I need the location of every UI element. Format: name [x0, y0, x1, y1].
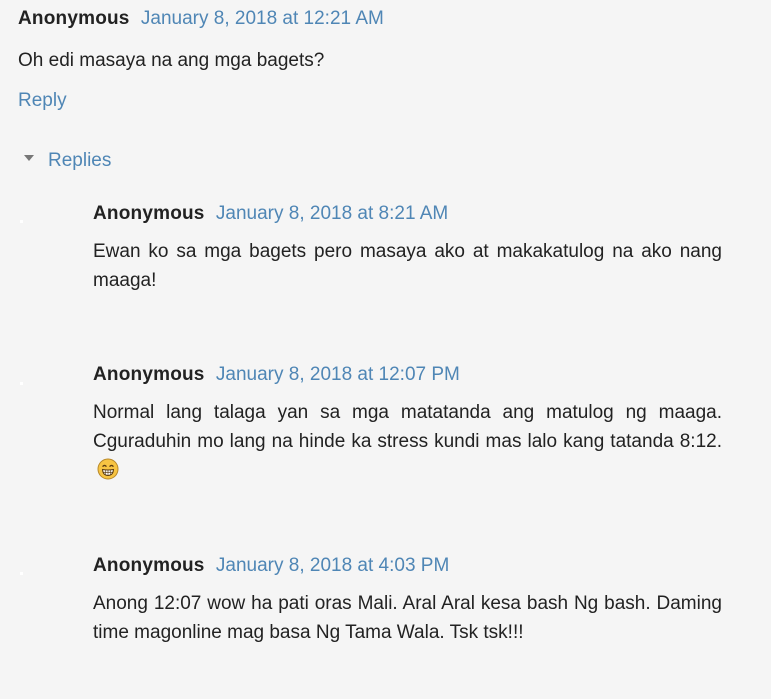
- reply-comment: Anonymous January 8, 2018 at 4:03 PM Ano…: [93, 553, 722, 647]
- reply-timestamp-link[interactable]: January 8, 2018 at 8:21 AM: [216, 203, 448, 224]
- reply-body: Anong 12:07 wow ha pati oras Mali. Aral …: [93, 593, 722, 643]
- replies-toggle-label: Replies: [48, 150, 112, 171]
- reply-comment: Anonymous January 8, 2018 at 12:07 PM No…: [93, 362, 722, 485]
- reply-body-text: Normal lang talaga yan sa mga matatanda …: [93, 402, 722, 452]
- comment: Anonymous January 8, 2018 at 12:21 AM Oh…: [18, 6, 741, 75]
- caret-down-icon: [24, 154, 34, 161]
- reply-body: Normal lang talaga yan sa mga matatanda …: [93, 398, 722, 485]
- reply-author: Anonymous: [93, 555, 205, 576]
- reply-button[interactable]: Reply: [18, 88, 67, 114]
- reply-timestamp-link[interactable]: January 8, 2018 at 12:07 PM: [216, 364, 460, 385]
- grinning-face-icon: [97, 458, 119, 480]
- reply-comment: Anonymous January 8, 2018 at 8:21 AM Ewa…: [93, 201, 722, 295]
- comment-header: Anonymous January 8, 2018 at 12:21 AM: [18, 6, 741, 32]
- bullet-dot: [20, 382, 23, 385]
- reply-header: Anonymous January 8, 2018 at 12:07 PM: [93, 362, 722, 388]
- comment-timestamp-link[interactable]: January 8, 2018 at 12:21 AM: [141, 8, 384, 29]
- bullet-dot: [20, 572, 23, 575]
- bullet-dot: [20, 220, 23, 223]
- reply-body: Ewan ko sa mga bagets pero masaya ako at…: [93, 241, 722, 291]
- comments-section: Anonymous January 8, 2018 at 12:21 AM Oh…: [0, 0, 771, 699]
- replies-toggle[interactable]: Replies: [24, 148, 111, 174]
- comment-body: Oh edi masaya na ang mga bagets?: [18, 50, 325, 71]
- reply-timestamp-link[interactable]: January 8, 2018 at 4:03 PM: [216, 555, 449, 576]
- reply-author: Anonymous: [93, 364, 205, 385]
- reply-header: Anonymous January 8, 2018 at 4:03 PM: [93, 553, 722, 579]
- comment-author: Anonymous: [18, 8, 130, 29]
- reply-header: Anonymous January 8, 2018 at 8:21 AM: [93, 201, 722, 227]
- reply-author: Anonymous: [93, 203, 205, 224]
